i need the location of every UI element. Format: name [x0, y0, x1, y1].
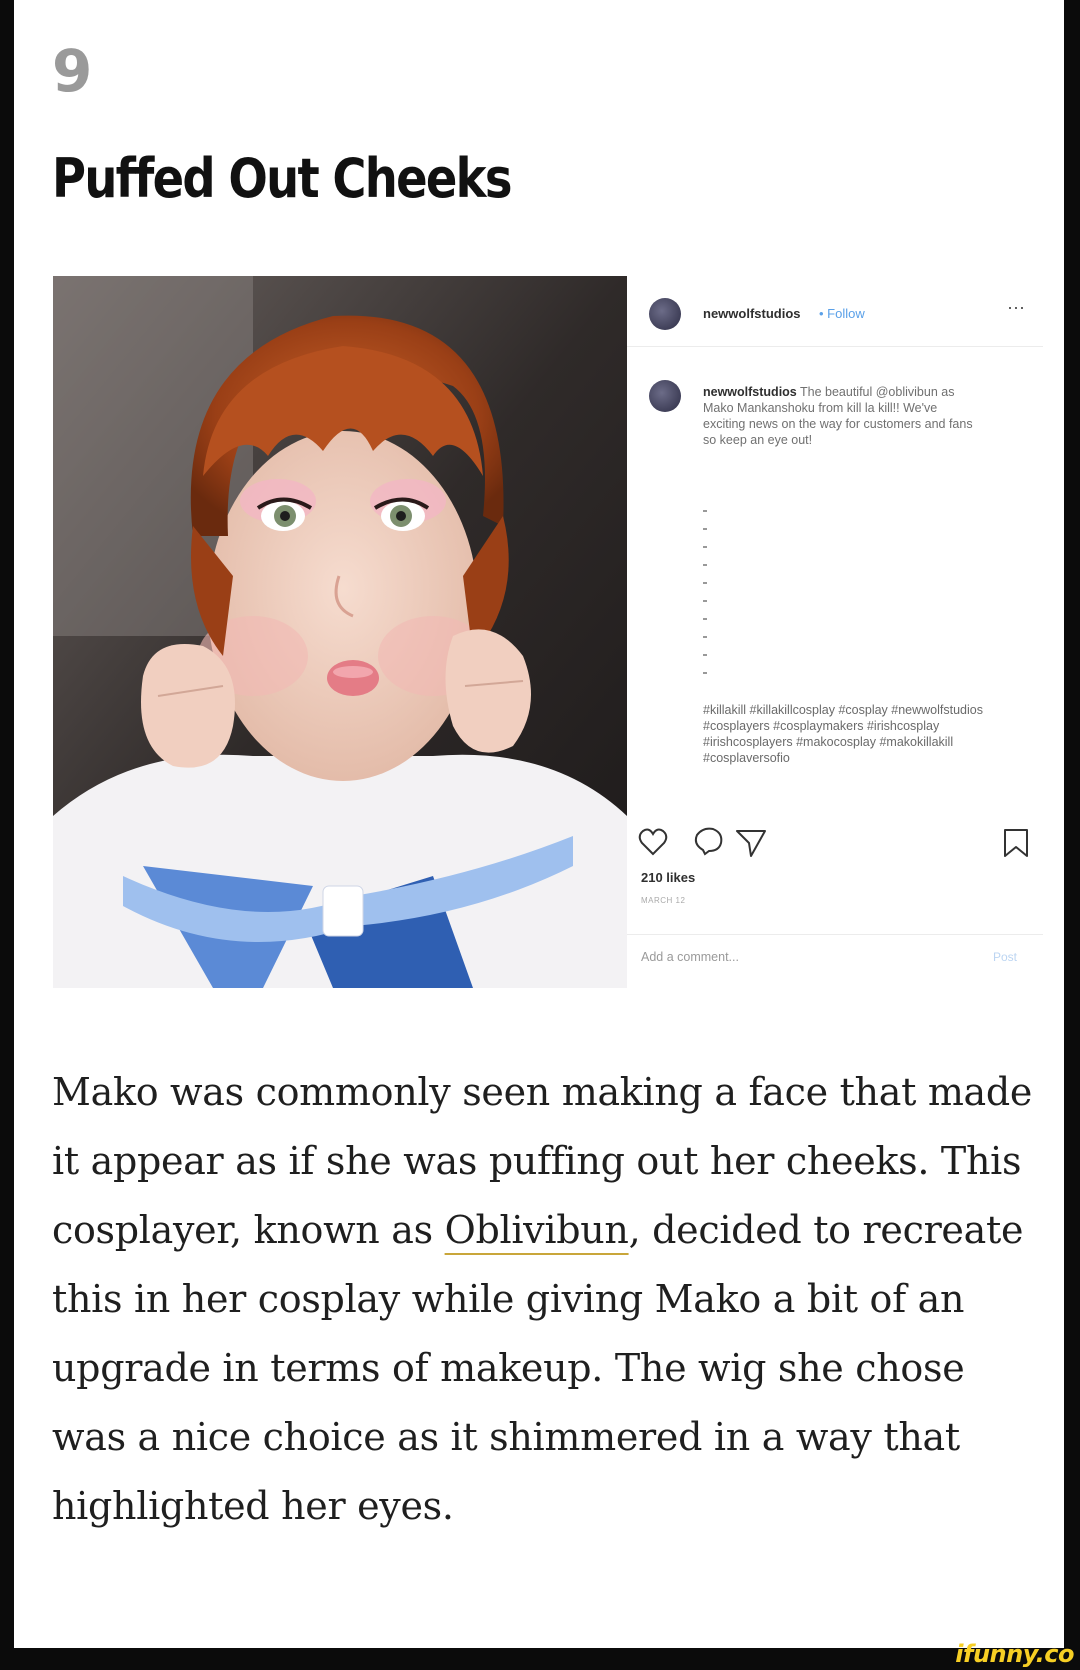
post-caption: newwolfstudios The beautiful @oblivibun …	[703, 384, 973, 448]
like-count[interactable]: 210 likes	[641, 870, 695, 885]
more-dots-icon[interactable]: ⋯	[1007, 298, 1025, 319]
follow-button[interactable]: • Follow	[819, 306, 865, 321]
article-body: Mako was commonly seen making a face tha…	[52, 1058, 1042, 1541]
post-date: MARCH 12	[641, 896, 686, 905]
caption-username[interactable]: newwolfstudios	[703, 385, 797, 399]
divider	[627, 346, 1043, 347]
article-figure: newwolfstudios • Follow ⋯ newwolfstudios…	[53, 276, 1043, 988]
caption-spacer-dots	[703, 510, 707, 680]
heart-icon[interactable]	[638, 828, 668, 856]
body-text-end: , decided to recreate this in her cospla…	[52, 1208, 1024, 1528]
caption-avatar[interactable]	[649, 380, 681, 412]
instagram-post-card: newwolfstudios • Follow ⋯ newwolfstudios…	[627, 276, 1043, 988]
list-number: 9	[52, 37, 93, 105]
oblivibun-link[interactable]: Oblivibun	[445, 1208, 629, 1252]
article-card: 9 Puffed Out Cheeks newwolfstudios • Fol…	[14, 0, 1064, 1648]
share-icon[interactable]	[736, 830, 766, 857]
divider	[627, 934, 1043, 935]
post-actions	[637, 826, 1037, 860]
account-avatar[interactable]	[649, 298, 681, 330]
comment-icon[interactable]	[694, 827, 723, 856]
bookmark-icon[interactable]	[1004, 829, 1028, 857]
post-hashtags: #killakill #killakillcosplay #cosplay #n…	[703, 703, 983, 765]
cosplay-photo	[53, 276, 627, 988]
ifunny-watermark: ifunny.co	[955, 1640, 1074, 1668]
post-comment-button[interactable]: Post	[993, 950, 1017, 964]
article-heading: Puffed Out Cheeks	[52, 147, 512, 210]
post-username[interactable]: newwolfstudios	[703, 306, 801, 321]
add-comment-input[interactable]: Add a comment...	[641, 950, 739, 964]
